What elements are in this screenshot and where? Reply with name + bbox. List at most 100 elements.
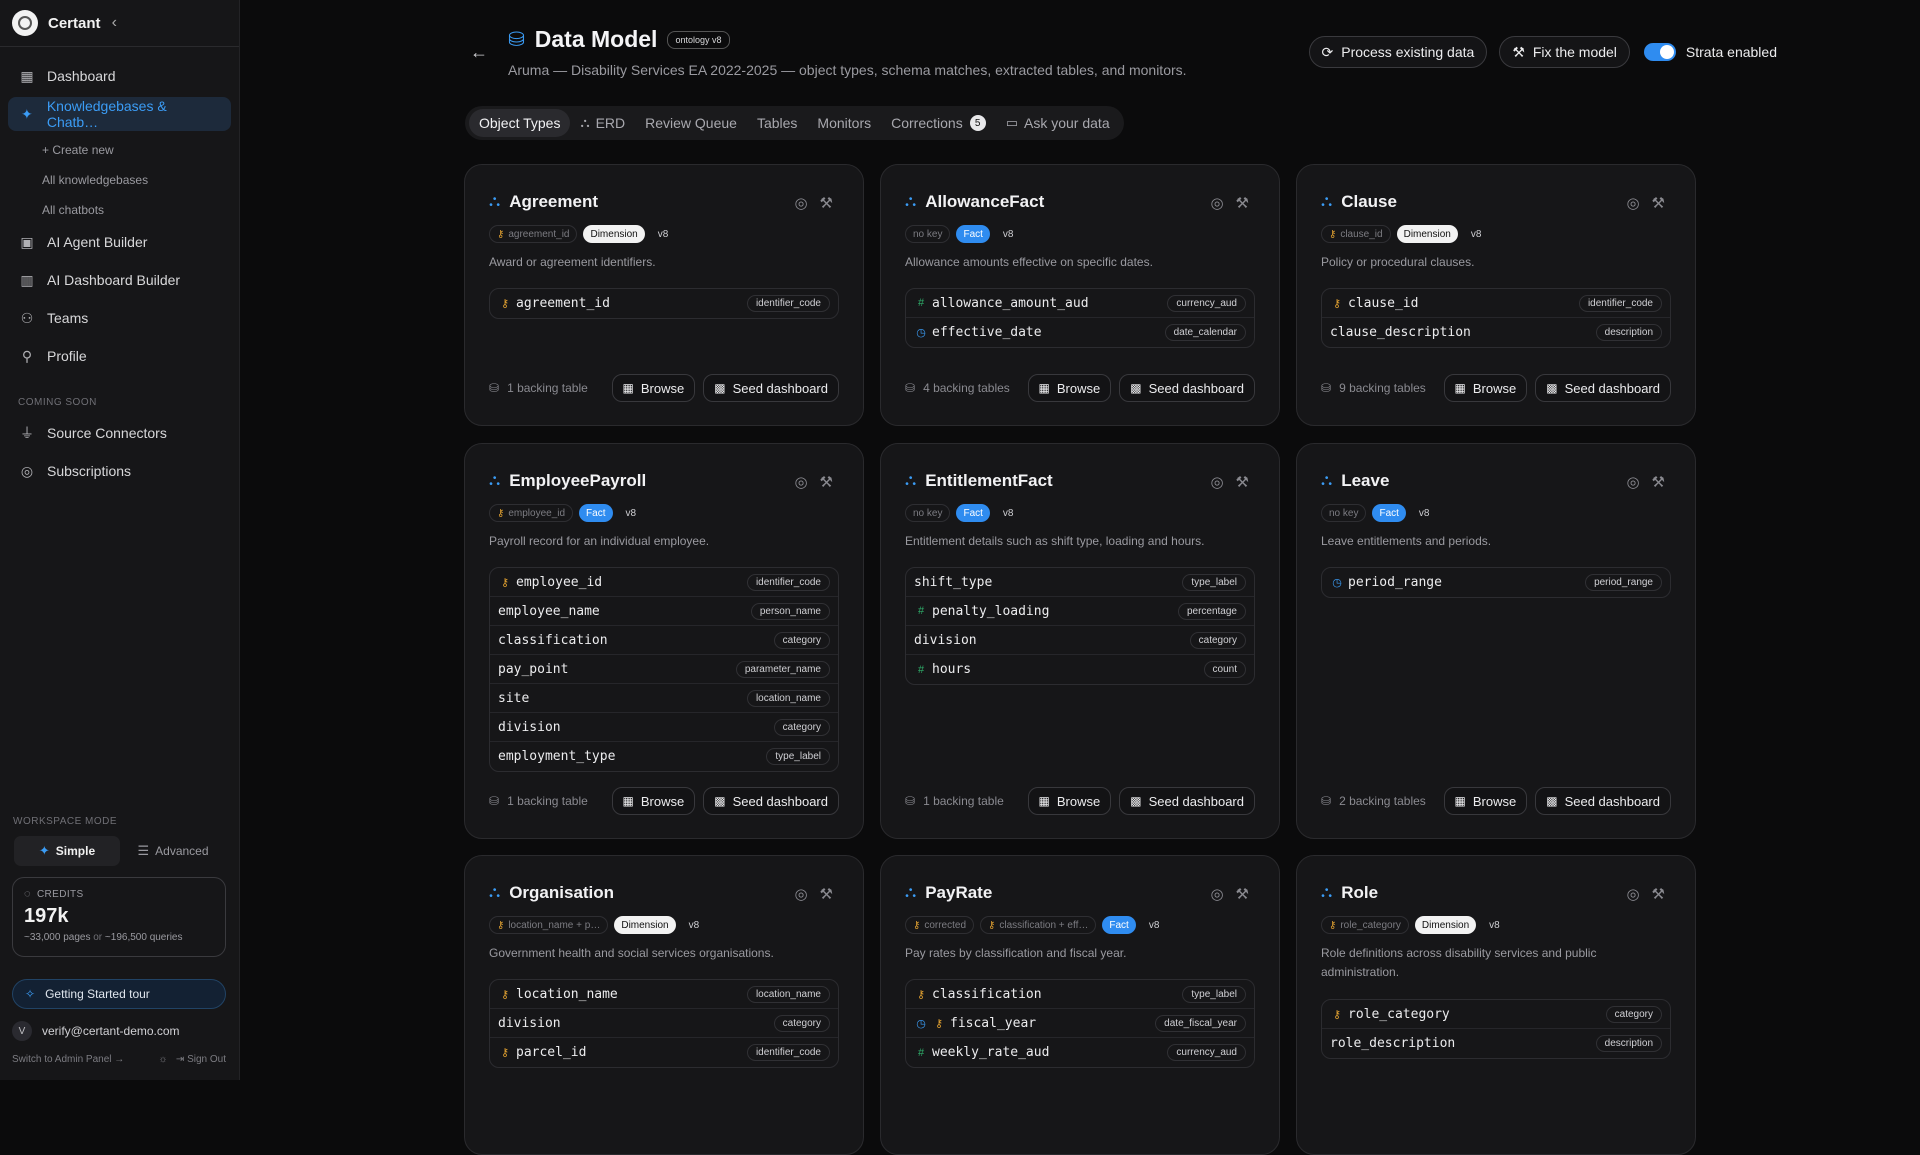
sidebar-item-profile[interactable]: ⚲ Profile: [8, 339, 231, 373]
fingerprint-icon[interactable]: ◎: [1210, 194, 1223, 212]
seed-dashboard-button[interactable]: ▩ Seed dashboard: [1535, 787, 1671, 815]
mode-simple-button[interactable]: ✦ Simple: [14, 836, 120, 866]
strata-label: Strata enabled: [1685, 44, 1777, 60]
field-row[interactable]: employee_name person_name: [490, 597, 838, 626]
wrench-icon[interactable]: ⚒: [820, 194, 833, 212]
sidebar-item-ai-agent-builder[interactable]: ▣ AI Agent Builder: [8, 225, 231, 259]
field-row[interactable]: role_description description: [1322, 1029, 1670, 1058]
user-row[interactable]: V verify@certant-demo.com: [12, 1020, 226, 1042]
browse-button[interactable]: ▦ Browse: [1027, 787, 1112, 815]
fingerprint-icon[interactable]: ◎: [794, 473, 807, 491]
sidebar-item-subscriptions[interactable]: ◎ Subscriptions: [8, 454, 231, 488]
object-type-card[interactable]: ⛬ Role ◎ ⚒ ⚷ role_category Dimension v8 Role …: [1296, 855, 1696, 1155]
field-row[interactable]: ⚷ classification type_label: [906, 980, 1254, 1009]
tab-object-types[interactable]: Object Types: [469, 109, 571, 137]
admin-panel-link[interactable]: Switch to Admin Panel →: [12, 1054, 124, 1065]
sidebar-item-ai-dashboard-builder[interactable]: ▥ AI Dashboard Builder: [8, 263, 231, 297]
field-name: clause_description: [1330, 325, 1471, 340]
field-row[interactable]: ⚷ role_category category: [1322, 1000, 1670, 1029]
object-type-description: Policy or procedural clauses.: [1321, 255, 1475, 269]
object-type-card[interactable]: ⛬ PayRate ◎ ⚒ ⚷ corrected ⚷ classification + …: [880, 855, 1280, 1155]
field-row[interactable]: ◷ ⚷ fiscal_year date_fiscal_year: [906, 1009, 1254, 1038]
object-type-card[interactable]: ⛬ Leave ◎ ⚒ no key Fact v8 Leave entitlement…: [1296, 443, 1696, 839]
fingerprint-icon[interactable]: ◎: [1626, 473, 1639, 491]
browse-button[interactable]: ▦ Browse: [1027, 374, 1112, 402]
field-row[interactable]: # hours count: [906, 655, 1254, 684]
wrench-icon[interactable]: ⚒: [1652, 194, 1665, 212]
field-row[interactable]: # weekly_rate_aud currency_aud: [906, 1038, 1254, 1067]
field-row[interactable]: pay_point parameter_name: [490, 655, 838, 684]
seed-dashboard-button[interactable]: ▩ Seed dashboard: [1535, 374, 1671, 402]
sidebar-item-teams[interactable]: ⚇ Teams: [8, 301, 231, 335]
seed-dashboard-button[interactable]: ▩ Seed dashboard: [1119, 374, 1255, 402]
wrench-icon[interactable]: ⚒: [1652, 473, 1665, 491]
mode-advanced-button[interactable]: ☰ Advanced: [120, 836, 226, 866]
subnav-all-knowledgebases[interactable]: All knowledgebases: [42, 165, 231, 195]
tab-tables[interactable]: Tables: [747, 109, 807, 137]
object-type-card[interactable]: ⛬ Clause ◎ ⚒ ⚷ clause_id Dimension v8 Policy …: [1296, 164, 1696, 426]
field-row[interactable]: division category: [490, 1009, 838, 1038]
wrench-icon[interactable]: ⚒: [1652, 885, 1665, 903]
tab-review-queue[interactable]: Review Queue: [635, 109, 747, 137]
field-row[interactable]: ⚷ agreement_id identifier_code: [490, 289, 838, 318]
strata-toggle[interactable]: Strata enabled: [1643, 43, 1777, 61]
object-type-card[interactable]: ⛬ Organisation ◎ ⚒ ⚷ location_name + p… Dime…: [464, 855, 864, 1155]
strata-switch[interactable]: [1643, 43, 1676, 61]
field-row[interactable]: site location_name: [490, 684, 838, 713]
tab-ask-your-data[interactable]: ▭ Ask your data: [996, 109, 1120, 137]
object-type-name: Organisation: [509, 883, 615, 902]
tab-corrections[interactable]: Corrections 5: [881, 109, 996, 137]
tab-monitors[interactable]: Monitors: [807, 109, 881, 137]
field-row[interactable]: shift_type type_label: [906, 568, 1254, 597]
back-arrow-icon[interactable]: ←: [470, 42, 488, 63]
wrench-icon[interactable]: ⚒: [1236, 885, 1249, 903]
browse-button[interactable]: ▦ Browse: [1443, 787, 1528, 815]
tab-erd[interactable]: ⛬ ERD: [570, 109, 635, 137]
field-row[interactable]: ⚷ location_name location_name: [490, 980, 838, 1009]
collapse-sidebar-chevron-icon[interactable]: ‹: [112, 14, 117, 32]
object-type-card[interactable]: ⛬ EntitlementFact ◎ ⚒ no key Fact v8 Entitle…: [880, 443, 1280, 839]
process-existing-data-button[interactable]: ⟳ Process existing data: [1308, 36, 1488, 68]
field-row[interactable]: # penalty_loading percentage: [906, 597, 1254, 626]
field-row[interactable]: # allowance_amount_aud currency_aud: [906, 289, 1254, 318]
fingerprint-icon[interactable]: ◎: [1626, 885, 1639, 903]
fingerprint-icon[interactable]: ◎: [1210, 473, 1223, 491]
fingerprint-icon[interactable]: ◎: [794, 194, 807, 212]
sidebar-item-source-connectors[interactable]: ⏚ Source Connectors: [8, 416, 231, 450]
wrench-icon[interactable]: ⚒: [820, 473, 833, 491]
sign-out-button[interactable]: ☼ ⇥ Sign Out: [158, 1054, 226, 1065]
browse-button[interactable]: ▦ Browse: [1443, 374, 1528, 402]
key-icon: ⚷: [500, 988, 510, 1001]
fingerprint-icon[interactable]: ◎: [1626, 194, 1639, 212]
seed-dashboard-button[interactable]: ▩ Seed dashboard: [1119, 787, 1255, 815]
fingerprint-icon[interactable]: ◎: [794, 885, 807, 903]
subnav-create-new[interactable]: + Create new: [42, 135, 231, 165]
field-row[interactable]: division category: [906, 626, 1254, 655]
browse-button[interactable]: ▦ Browse: [611, 374, 696, 402]
field-row[interactable]: ⚷ parcel_id identifier_code: [490, 1038, 838, 1067]
field-row[interactable]: employment_type type_label: [490, 742, 838, 771]
sidebar-item-dashboard[interactable]: ▦ Dashboard: [8, 59, 231, 93]
sidebar-item-knowledgebases[interactable]: ✦ Knowledgebases & Chatb…: [8, 97, 231, 131]
field-row[interactable]: ⚷ employee_id identifier_code: [490, 568, 838, 597]
fix-model-button[interactable]: ⚒ Fix the model: [1499, 36, 1630, 68]
seed-dashboard-button[interactable]: ▩ Seed dashboard: [703, 787, 839, 815]
field-row[interactable]: ⚷ clause_id identifier_code: [1322, 289, 1670, 318]
hash-icon: #: [917, 1046, 925, 1059]
wrench-icon[interactable]: ⚒: [1236, 473, 1249, 491]
browse-button[interactable]: ▦ Browse: [611, 787, 696, 815]
wrench-icon[interactable]: ⚒: [1236, 194, 1249, 212]
object-type-card[interactable]: ⛬ EmployeePayroll ◎ ⚒ ⚷ employee_id Fact v8 P…: [464, 443, 864, 839]
object-type-card[interactable]: ⛬ AllowanceFact ◎ ⚒ no key Fact v8 Allowance…: [880, 164, 1280, 426]
seed-dashboard-button[interactable]: ▩ Seed dashboard: [703, 374, 839, 402]
subnav-all-chatbots[interactable]: All chatbots: [42, 195, 231, 225]
getting-started-tour-button[interactable]: ✧ Getting Started tour: [12, 979, 226, 1009]
field-row[interactable]: ◷ effective_date date_calendar: [906, 318, 1254, 347]
wrench-icon[interactable]: ⚒: [820, 885, 833, 903]
field-row[interactable]: clause_description description: [1322, 318, 1670, 347]
fingerprint-icon[interactable]: ◎: [1210, 885, 1223, 903]
field-row[interactable]: ◷ period_range period_range: [1322, 568, 1670, 597]
object-type-card[interactable]: ⛬ Agreement ◎ ⚒ ⚷ agreement_id Dimension v8 A…: [464, 164, 864, 426]
field-row[interactable]: classification category: [490, 626, 838, 655]
field-row[interactable]: division category: [490, 713, 838, 742]
